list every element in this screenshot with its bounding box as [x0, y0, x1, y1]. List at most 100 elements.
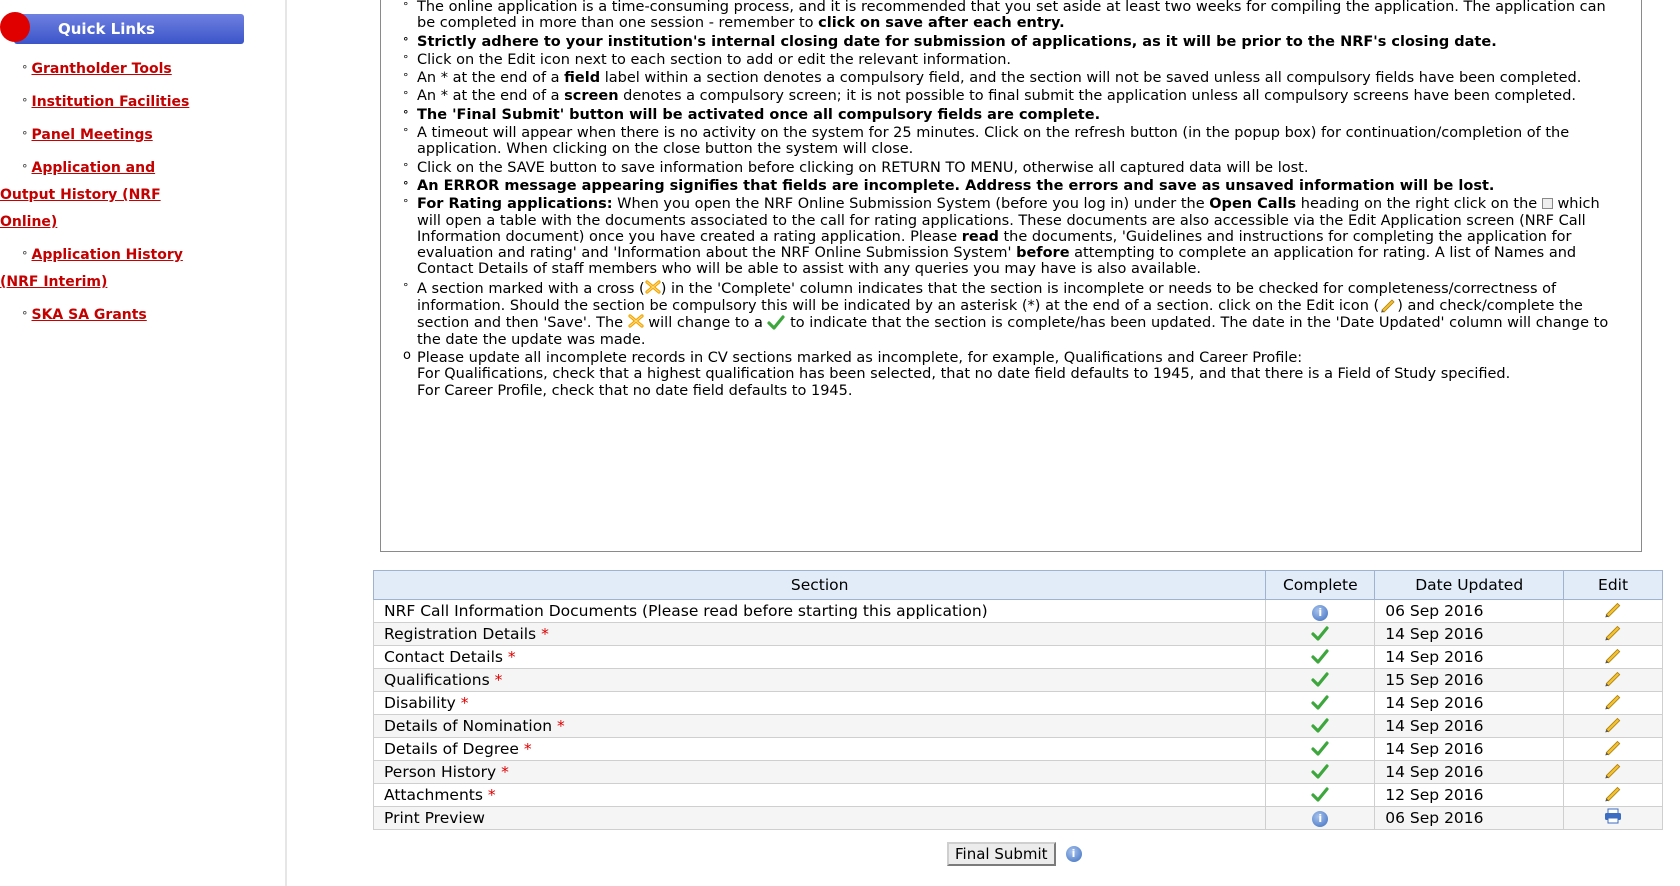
note-item: ° A timeout will appear when there is no …: [403, 125, 1627, 158]
link-institution-facilities[interactable]: Institution Facilities: [32, 94, 190, 110]
note-text: Click on the SAVE button to save informa…: [417, 159, 1309, 176]
note-text: Strictly adhere to your institution's in…: [417, 33, 1497, 50]
bullet-icon: °: [403, 126, 409, 140]
pencil-icon[interactable]: [1603, 600, 1623, 622]
required-asterisk: *: [541, 625, 549, 643]
pencil-icon[interactable]: [1603, 738, 1623, 760]
quick-link-item: ° Grantholder Tools: [22, 56, 262, 83]
section-name: Disability: [384, 694, 456, 712]
date-updated-cell: 14 Sep 2016: [1374, 691, 1565, 715]
red-bullet-icon: [0, 12, 30, 42]
edit-cell: [1563, 622, 1663, 646]
note-item: ° A section marked with a cross () in the…: [403, 280, 1627, 348]
check-icon: [1311, 694, 1329, 714]
note-text: The 'Final Submit' button will be activa…: [417, 106, 1101, 123]
section-cell: Attachments *: [372, 783, 1267, 807]
final-submit-button[interactable]: Final Submit: [947, 842, 1056, 866]
quick-link-item: ° SKA SA Grants: [22, 302, 262, 329]
section-name: Details of Degree: [384, 740, 519, 758]
date-updated-cell: 14 Sep 2016: [1374, 645, 1565, 669]
edit-cell: [1563, 737, 1663, 761]
info-icon[interactable]: i: [1312, 811, 1329, 828]
section-cell: Contact Details *: [372, 645, 1267, 669]
note-bold: screen: [564, 88, 619, 105]
date-updated-cell: 14 Sep 2016: [1374, 622, 1565, 646]
note-item: ° An * at the end of a screen denotes a c…: [403, 88, 1627, 104]
info-icon[interactable]: i: [1065, 846, 1082, 862]
pencil-icon[interactable]: [1603, 761, 1623, 783]
bullet-icon: °: [403, 34, 409, 48]
note-item: ° Strictly adhere to your institution's i…: [403, 34, 1627, 50]
cross-icon: [628, 314, 644, 328]
bullet-icon: °: [403, 52, 409, 66]
edit-cell: [1563, 645, 1663, 669]
date-updated-cell: 14 Sep 2016: [1374, 760, 1565, 784]
note-text: For Qualifications, check that a highest…: [417, 366, 1511, 383]
table-row: Details of Degree * 14 Sep 2016: [372, 737, 1663, 761]
note-item: ° The online application is a time-consum…: [403, 0, 1627, 32]
section-name: NRF Call Information Documents (Please r…: [384, 602, 988, 620]
note-item: ° Click on the Edit icon next to each sec…: [403, 52, 1627, 68]
cross-icon: [645, 280, 661, 294]
pencil-icon[interactable]: [1603, 692, 1623, 714]
pencil-icon[interactable]: [1603, 623, 1623, 645]
check-icon: [767, 314, 786, 330]
date-updated-cell: 15 Sep 2016: [1374, 668, 1565, 692]
table-row: Registration Details * 14 Sep 2016: [372, 622, 1663, 646]
complete-cell: [1265, 645, 1376, 669]
link-grantholder-tools[interactable]: Grantholder Tools: [32, 61, 172, 77]
table-body: NRF Call Information Documents (Please r…: [372, 599, 1663, 830]
submit-row: Final Submit i: [947, 842, 1082, 866]
instructions-box: ° The online application is a time-consum…: [380, 0, 1642, 552]
link-panel-meetings[interactable]: Panel Meetings: [32, 127, 153, 143]
note-bold: click on save after each entry.: [818, 15, 1065, 32]
pencil-icon[interactable]: [1603, 715, 1623, 737]
note-bold: before: [1016, 245, 1070, 262]
note-item: ° Click on the SAVE button to save inform…: [403, 160, 1627, 176]
pencil-icon[interactable]: [1603, 646, 1623, 668]
bullet-icon: °: [403, 160, 409, 174]
table-row: Attachments * 12 Sep 2016: [372, 783, 1663, 807]
quick-link-item: ° Panel Meetings: [22, 122, 262, 149]
note-bold: Open Calls: [1209, 196, 1297, 213]
check-icon: [1311, 648, 1329, 668]
complete-cell: i: [1265, 599, 1376, 623]
bullet-icon: °: [403, 89, 409, 103]
complete-cell: [1265, 622, 1376, 646]
date-updated-cell: 14 Sep 2016: [1374, 737, 1565, 761]
section-cell: NRF Call Information Documents (Please r…: [372, 599, 1267, 623]
section-name: Qualifications: [384, 671, 490, 689]
link-ska-sa-grants[interactable]: SKA SA Grants: [32, 307, 147, 323]
section-cell: Disability *: [372, 691, 1267, 715]
required-asterisk: *: [494, 671, 503, 689]
required-asterisk: *: [523, 740, 532, 758]
note-text: A timeout will appear when there is no a…: [417, 125, 1570, 158]
note-text: heading on the right click on the: [1296, 196, 1542, 213]
table-row: Print Preview i 06 Sep 2016: [372, 806, 1663, 830]
table-row: Details of Nomination * 14 Sep 2016: [372, 714, 1663, 738]
table-row: Qualifications * 15 Sep 2016: [372, 668, 1663, 692]
bullet-icon: °: [403, 178, 409, 192]
sidebar: Quick Links ° Grantholder Tools ° Institut…: [0, 0, 285, 886]
section-name: Registration Details: [384, 625, 537, 643]
required-asterisk: *: [501, 763, 509, 781]
pencil-icon[interactable]: [1603, 669, 1623, 691]
bullet-icon: °: [403, 107, 409, 121]
table-row: Person History * 14 Sep 2016: [372, 760, 1663, 784]
note-text: An ERROR message appearing signifies tha…: [417, 177, 1495, 194]
quick-links-title: Quick Links: [58, 20, 155, 38]
date-updated-cell: 06 Sep 2016: [1374, 806, 1565, 830]
note-item: ° An * at the end of a field label within…: [403, 70, 1627, 86]
edit-cell: [1563, 806, 1663, 830]
bullet-icon: °: [22, 309, 28, 322]
print-icon[interactable]: [1604, 808, 1622, 828]
bullet-icon: °: [22, 162, 28, 175]
check-icon: [1311, 717, 1329, 737]
quick-link-item: ° Application and Output History (NRF Onl…: [0, 155, 210, 236]
header-edit: Edit: [1563, 570, 1663, 600]
bullet-icon: °: [403, 71, 409, 85]
note-text: A section marked with a cross (: [417, 280, 645, 297]
quick-link-item: ° Application History (NRF Interim): [0, 242, 210, 296]
info-icon[interactable]: i: [1312, 604, 1329, 621]
pencil-icon[interactable]: [1603, 784, 1623, 806]
